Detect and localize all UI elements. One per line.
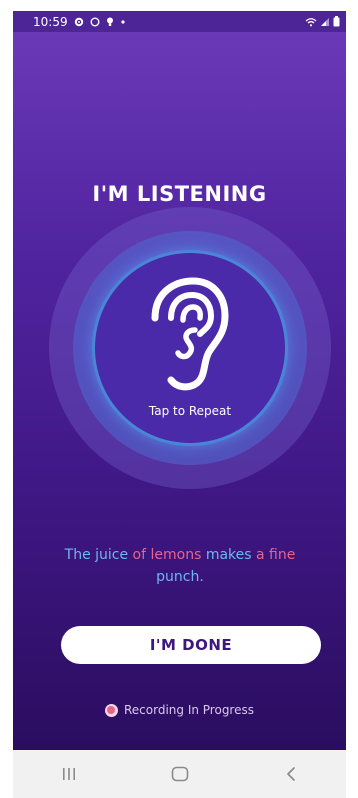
listening-screen: I'M LISTENING Tap to Repeat The juice of…: [13, 32, 346, 750]
recording-status: Recording In Progress: [13, 703, 346, 717]
status-bar: 10:59: [13, 11, 346, 32]
ear-icon: [151, 277, 229, 391]
sentence-part-highlight: of lemons: [132, 547, 202, 563]
dot-icon: [120, 19, 126, 25]
home-button[interactable]: [150, 754, 210, 794]
system-nav-bar: [13, 750, 346, 798]
back-icon: [286, 767, 295, 781]
tap-to-repeat-label: Tap to Repeat: [148, 404, 232, 418]
sentence-part: makes: [201, 547, 257, 563]
recording-status-label: Recording In Progress: [123, 703, 254, 717]
record-dot-icon: [104, 703, 118, 717]
page-title: I'M LISTENING: [92, 182, 267, 206]
signal-icon: [320, 17, 330, 27]
recents-icon: [62, 768, 75, 780]
home-icon: [171, 766, 188, 782]
sentence-part: The juice: [64, 547, 133, 563]
wifi-icon: [305, 17, 317, 27]
prompt-sentence: The juice of lemons makes a fine punch.: [53, 544, 307, 588]
status-right: [305, 16, 340, 27]
recents-button[interactable]: [39, 754, 99, 794]
gear-icon: [74, 17, 84, 27]
battery-icon: [333, 16, 340, 27]
status-left: 10:59: [33, 15, 126, 29]
phone-screen: 10:59 I'M LISTENING Tap to Repeat The ju…: [13, 11, 346, 798]
back-button[interactable]: [261, 754, 321, 794]
status-time: 10:59: [33, 14, 68, 29]
sentence-part-highlight: a fine: [256, 547, 296, 563]
sentence-part: punch.: [156, 569, 204, 585]
bulb-icon: [106, 17, 114, 27]
done-button[interactable]: I'M DONE: [61, 626, 321, 664]
circle-icon: [90, 17, 100, 27]
